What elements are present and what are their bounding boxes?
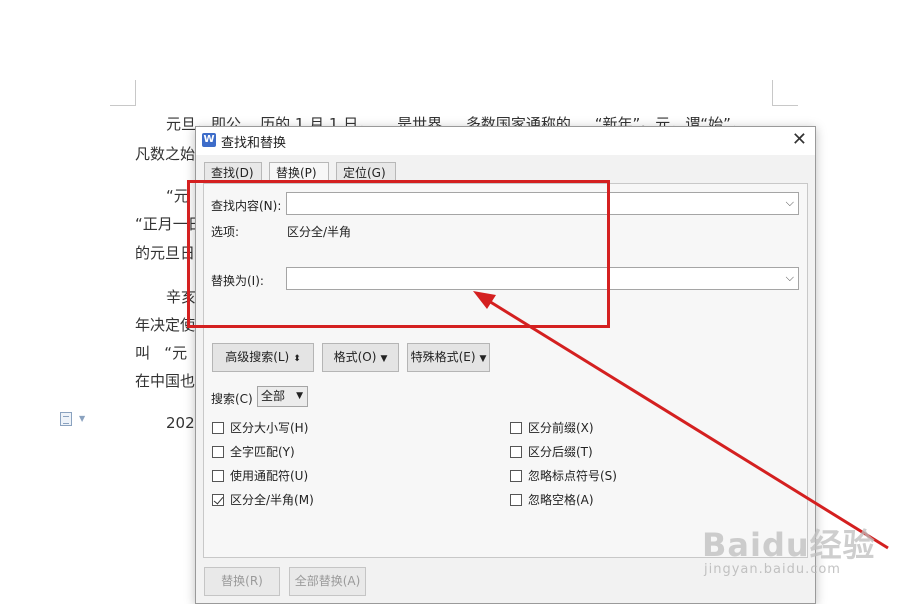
arrow-shaft (483, 296, 889, 550)
arrow-head (473, 291, 496, 309)
watermark-logo: Baidu经验 (702, 526, 876, 564)
watermark-url: jingyan.baidu.com (704, 562, 841, 577)
annotation-arrow (473, 291, 889, 550)
